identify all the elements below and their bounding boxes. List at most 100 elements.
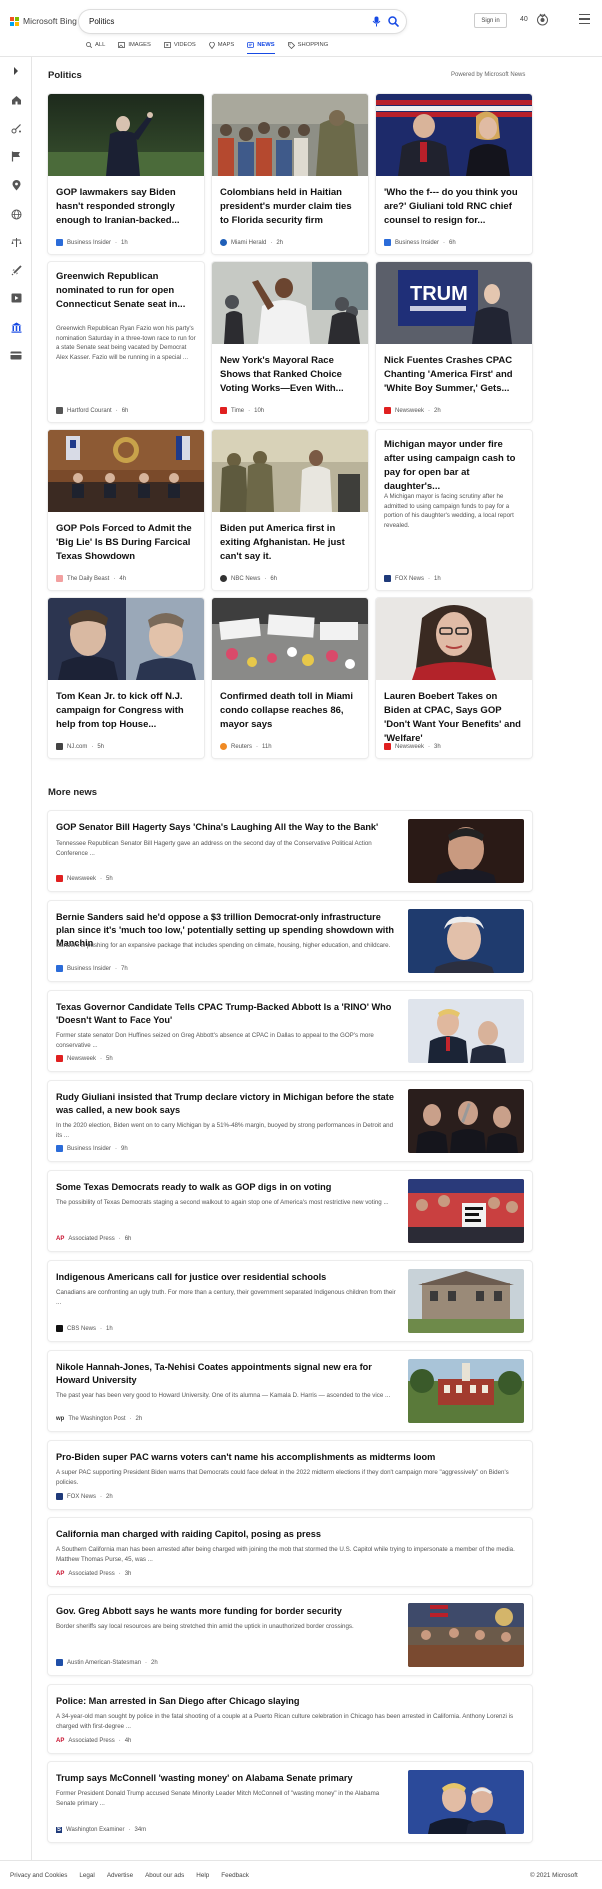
news-list-item[interactable]: GOP Senator Bill Hagerty Says 'China's L…: [48, 811, 532, 891]
tab-label: ALL: [95, 42, 106, 48]
tab-news[interactable]: NEWS: [247, 39, 276, 54]
news-list-item[interactable]: Trump says McConnell 'wasting money' on …: [48, 1762, 532, 1842]
news-title[interactable]: GOP Pols Forced to Admit the 'Big Lie' I…: [56, 522, 196, 564]
tab-all[interactable]: ALL: [86, 39, 105, 51]
news-title[interactable]: Rudy Giuliani insisted that Trump declar…: [56, 1091, 396, 1117]
news-title[interactable]: Lauren Boebert Takes on Biden at CPAC, S…: [384, 690, 524, 746]
news-card[interactable]: GOP lawmakers say Biden hasn't responded…: [48, 94, 204, 254]
news-card[interactable]: New York's Mayoral Race Shows that Ranke…: [212, 262, 368, 422]
news-source: NJ.com · 5h: [56, 743, 104, 750]
news-title[interactable]: Texas Governor Candidate Tells CPAC Trum…: [56, 1001, 396, 1027]
news-source: Newsweek · 5h: [56, 875, 113, 882]
hamburger-menu-icon[interactable]: [579, 14, 590, 24]
source-logo-icon: [56, 1493, 63, 1500]
flag-icon[interactable]: [9, 149, 23, 163]
news-list-item[interactable]: Bernie Sanders said he'd oppose a $3 tri…: [48, 901, 532, 981]
news-title[interactable]: GOP Senator Bill Hagerty Says 'China's L…: [56, 821, 396, 834]
news-card[interactable]: Colombians held in Haitian president's m…: [212, 94, 368, 254]
home-icon[interactable]: [9, 93, 23, 107]
footer-link-advertise[interactable]: Advertise: [107, 1872, 133, 1879]
news-title[interactable]: Indigenous Americans call for justice ov…: [56, 1271, 396, 1284]
bank-icon[interactable]: [9, 320, 23, 334]
search-icon[interactable]: [386, 14, 401, 29]
news-card[interactable]: Tom Kean Jr. to kick off N.J. campaign f…: [48, 598, 204, 758]
footer-link-privacy[interactable]: Privacy and Cookies: [10, 1872, 67, 1879]
news-list-item[interactable]: Some Texas Democrats ready to walk as GO…: [48, 1171, 532, 1251]
news-source: wp The Washington Post · 2h: [56, 1416, 143, 1422]
news-thumbnail: [408, 819, 524, 883]
news-card[interactable]: Lauren Boebert Takes on Biden at CPAC, S…: [376, 598, 532, 758]
news-list-item[interactable]: Pro-Biden super PAC warns voters can't n…: [48, 1441, 532, 1509]
news-source: Newsweek · 3h: [384, 743, 441, 750]
news-list-item[interactable]: Rudy Giuliani insisted that Trump declar…: [48, 1081, 532, 1161]
news-source: Time · 10h: [220, 407, 264, 414]
news-title[interactable]: Trump says McConnell 'wasting money' on …: [56, 1772, 396, 1785]
bing-logo[interactable]: Microsoft Bing: [10, 16, 77, 26]
money-icon[interactable]: [9, 348, 23, 362]
location-pin-icon[interactable]: [9, 178, 23, 192]
news-list-item[interactable]: Indigenous Americans call for justice ov…: [48, 1261, 532, 1341]
news-title[interactable]: New York's Mayoral Race Shows that Ranke…: [220, 354, 360, 396]
footer-link-help[interactable]: Help: [196, 1872, 209, 1879]
news-title[interactable]: Nick Fuentes Crashes CPAC Chanting 'Amer…: [384, 354, 524, 396]
footer-link-feedback[interactable]: Feedback: [221, 1872, 249, 1879]
news-card[interactable]: Michigan mayor under fire after using ca…: [376, 430, 532, 590]
news-thumbnail: [408, 1603, 524, 1667]
video-icon: [163, 42, 171, 48]
tab-shopping[interactable]: SHOPPING: [287, 39, 328, 51]
footer-link-legal[interactable]: Legal: [79, 1872, 94, 1879]
associated-press-logo-icon: AP: [56, 1571, 65, 1577]
tab-label: MAPS: [217, 42, 235, 48]
science-icon[interactable]: [9, 121, 23, 135]
news-card[interactable]: 'Who the f--- do you think you are?' Giu…: [376, 94, 532, 254]
search-input[interactable]: [89, 15, 344, 28]
globe-icon[interactable]: [9, 207, 23, 221]
sign-in-button[interactable]: Sign in: [474, 13, 507, 28]
news-card[interactable]: Biden put America first in exiting Afgha…: [212, 430, 368, 590]
news-title[interactable]: GOP lawmakers say Biden hasn't responded…: [56, 186, 196, 228]
news-source: AP Associated Press · 3h: [56, 1571, 132, 1577]
video-icon[interactable]: [9, 291, 23, 305]
tab-maps[interactable]: MAPS: [208, 39, 235, 51]
tab-videos[interactable]: VIDEOS: [163, 39, 196, 51]
news-title[interactable]: Police: Man arrested in San Diego after …: [56, 1695, 521, 1708]
footer-link-about-ads[interactable]: About our ads: [145, 1872, 184, 1879]
news-list-item[interactable]: California man charged with raiding Capi…: [48, 1518, 532, 1586]
news-title[interactable]: Greenwich Republican nominated to run fo…: [56, 270, 196, 312]
news-card[interactable]: GOP Pols Forced to Admit the 'Big Lie' I…: [48, 430, 204, 590]
news-title[interactable]: Michigan mayor under fire after using ca…: [384, 438, 524, 494]
news-description: Greenwich Republican Ryan Fazio won his …: [56, 325, 196, 361]
news-source: AP Associated Press · 4h: [56, 1738, 132, 1744]
tab-label: IMAGES: [128, 42, 151, 48]
news-title[interactable]: Gov. Greg Abbott says he wants more fund…: [56, 1605, 396, 1618]
news-title[interactable]: Confirmed death toll in Miami condo coll…: [220, 690, 360, 732]
news-title[interactable]: Colombians held in Haitian president's m…: [220, 186, 360, 228]
news-list-item[interactable]: Texas Governor Candidate Tells CPAC Trum…: [48, 991, 532, 1071]
microphone-icon[interactable]: [369, 14, 384, 29]
news-list-item[interactable]: Nikole Hannah-Jones, Ta-Nehisi Coates ap…: [48, 1351, 532, 1431]
news-title[interactable]: Some Texas Democrats ready to walk as GO…: [56, 1181, 396, 1194]
news-title[interactable]: Nikole Hannah-Jones, Ta-Nehisi Coates ap…: [56, 1361, 396, 1387]
source-logo-icon: [220, 743, 227, 750]
tab-images[interactable]: IMAGES: [118, 39, 151, 51]
source-logo-icon: [56, 875, 63, 882]
news-title[interactable]: Pro-Biden super PAC warns voters can't n…: [56, 1451, 521, 1464]
source-logo-icon: [384, 575, 391, 582]
news-description: A super PAC supporting President Biden w…: [56, 1469, 509, 1486]
news-description: Sanders is pushing for an expansive pack…: [56, 942, 391, 949]
rewards-points[interactable]: 40: [520, 16, 528, 23]
chevron-right-icon[interactable]: [9, 64, 23, 78]
news-card[interactable]: Greenwich Republican nominated to run fo…: [48, 262, 204, 422]
news-title[interactable]: 'Who the f--- do you think you are?' Giu…: [384, 186, 524, 228]
news-title[interactable]: California man charged with raiding Capi…: [56, 1528, 521, 1541]
news-source: FOX News · 2h: [56, 1493, 113, 1500]
rocket-icon[interactable]: [9, 263, 23, 277]
news-title[interactable]: Tom Kean Jr. to kick off N.J. campaign f…: [56, 690, 196, 732]
news-list-item[interactable]: Police: Man arrested in San Diego after …: [48, 1685, 532, 1753]
news-card[interactable]: TRUM Nick Fuentes Crashes CPAC Chanting …: [376, 262, 532, 422]
news-title[interactable]: Biden put America first in exiting Afgha…: [220, 522, 360, 564]
news-card[interactable]: Confirmed death toll in Miami condo coll…: [212, 598, 368, 758]
news-list-item[interactable]: Gov. Greg Abbott says he wants more fund…: [48, 1595, 532, 1675]
scales-icon[interactable]: [9, 235, 23, 249]
rewards-medal-icon[interactable]: [535, 12, 550, 27]
